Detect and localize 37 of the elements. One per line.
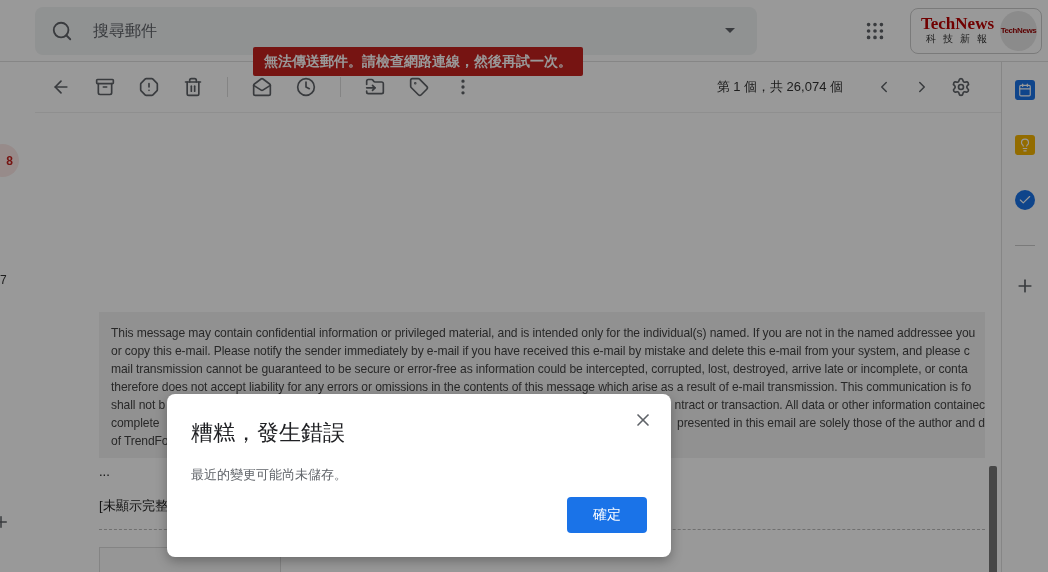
disclaimer-text: mail transmission cannot be guaranteed to be secure or error-free as information could be intercepted, corrupted, lost, destroyed, arrive late or incomplete, or conta [111,361,968,378]
alert-icon[interactable] [139,77,159,97]
account-avatar[interactable]: TechNews [1000,10,1037,51]
tag-icon[interactable] [409,77,429,97]
search-field[interactable]: 搜尋郵件 [35,6,757,55]
account-logo-card[interactable]: TechNews 科 技 新 報 TechNews [910,7,1042,54]
trimmed-content-link[interactable]: [未顯示完整 [99,497,168,515]
archive-icon[interactable] [95,77,115,97]
dialog-title: 糟糕，發生錯誤 [191,419,346,447]
disclaimer-text: therefore does not accept liability for any errors or omissions in the contents of this message which arise as a result of e-mail transmission. This communication is fo [111,379,972,396]
folder-arrow-icon[interactable] [365,77,385,97]
search-input[interactable]: 搜尋郵件 [91,20,707,41]
error-snackbar: 無法傳送郵件。請檢查網路連線，然後再試一次。 [253,47,583,76]
logo-subtitle: 科 技 新 報 [926,32,989,46]
settings-icon[interactable] [951,77,971,97]
pagination-text: 第 1 個，共 26,074 個 [716,78,843,96]
calendar-icon[interactable] [1015,80,1035,100]
disclaimer-text: This message may contain confidential information or privileged material, and is intended only for the individual(s) named. If you are not in the named addressee you [111,325,976,342]
clock-icon[interactable] [296,77,316,97]
disclaimer-text: or copy this e-mail. Please notify the sender immediately by e-mail if you have received this e-mail by mistake and delete this e-mail from your system, and please c [111,343,970,360]
dialog-message: 最近的變更可能尚未儲存。 [191,466,348,484]
disclaimer-text: of TrendFo [111,433,169,450]
disclaimer-text: ntract or transaction. All data or other information containec [674,397,985,414]
ok-button[interactable]: 確定 [567,497,647,533]
dropdown-caret-icon[interactable] [725,28,735,33]
unread-badge: 8 [0,144,19,177]
scrollbar-thumb[interactable] [989,466,997,572]
disclaimer-text: shall not b [111,397,166,414]
check-circle-icon[interactable] [1015,190,1035,210]
logo-title: TechNews [921,15,995,32]
disclaimer-text: presented in this email are solely those of the author and d [677,415,985,432]
open-envelope-icon[interactable] [252,77,272,97]
ellipsis-text: ... [99,464,110,479]
label-count: 7 [0,273,7,287]
trash-icon[interactable] [183,77,203,97]
disclaimer-text: complete [111,415,160,432]
search-icon [51,19,73,42]
